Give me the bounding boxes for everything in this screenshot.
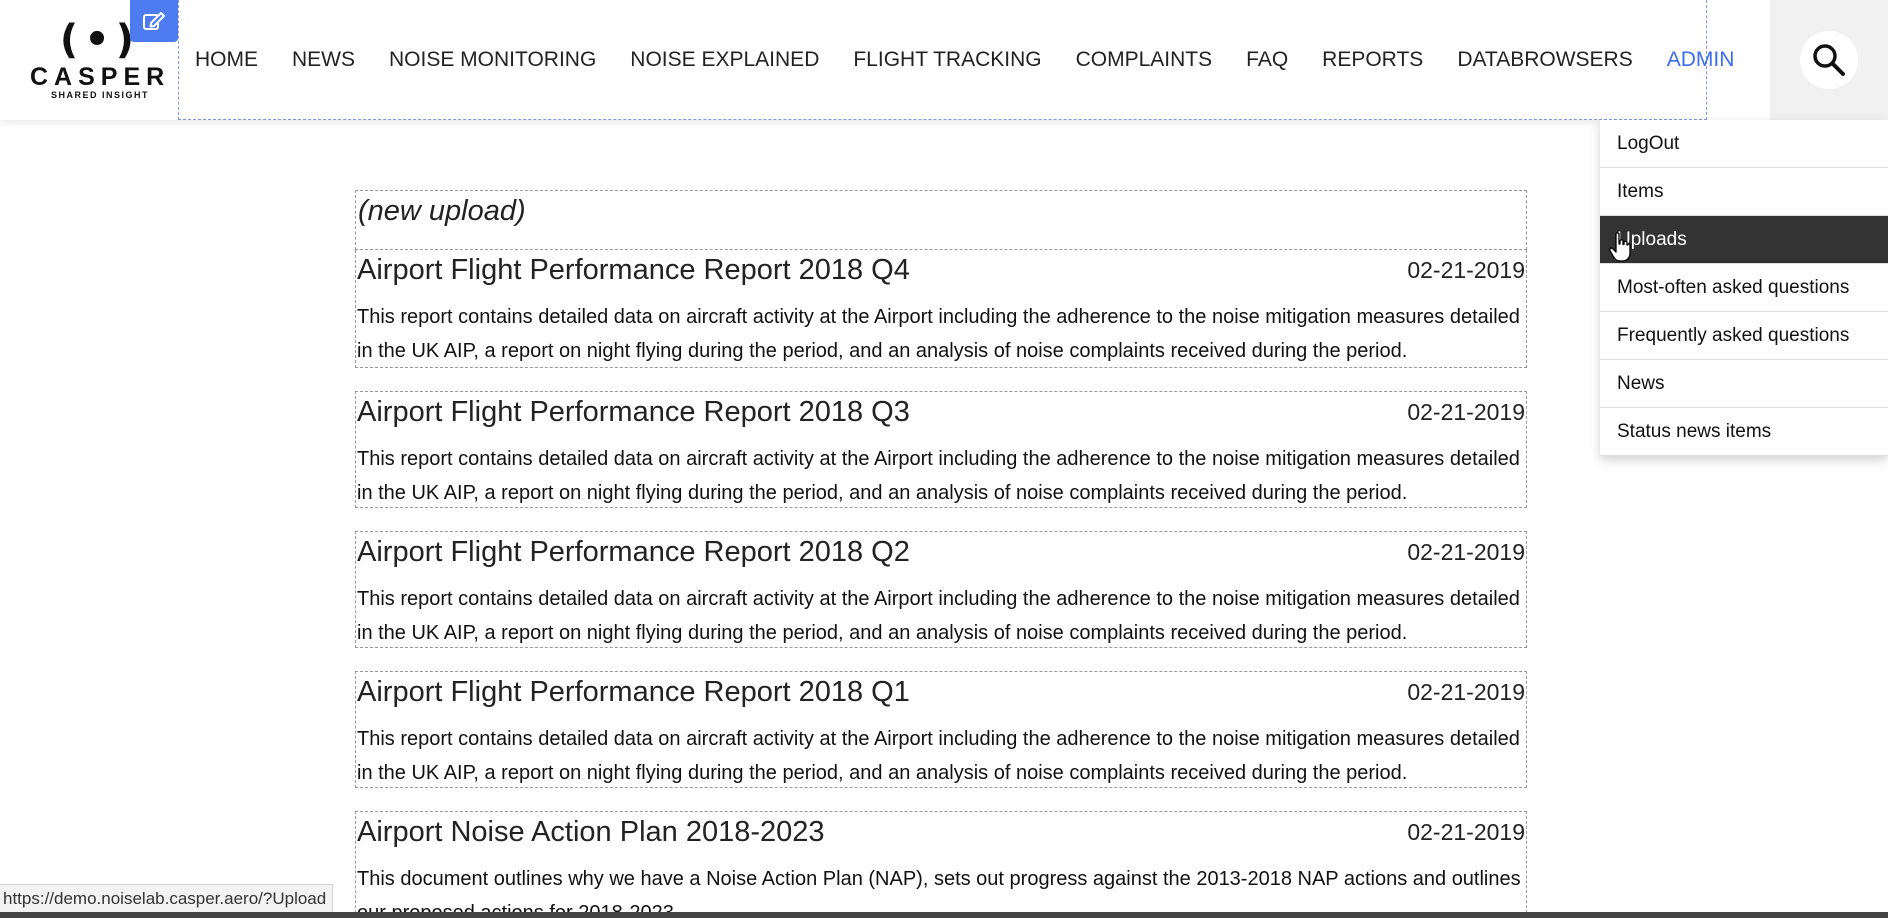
search-button[interactable] (1800, 31, 1858, 89)
upload-date: 02-21-2019 (1407, 399, 1525, 425)
upload-description: This report contains detailed data on ai… (357, 728, 1520, 784)
upload-item[interactable]: Airport Noise Action Plan 2018-2023 02-21… (355, 811, 1527, 918)
nav-item-reports[interactable]: REPORTS (1322, 48, 1423, 72)
upload-item[interactable]: Airport Flight Performance Report 2018 Q… (355, 531, 1527, 648)
upload-title[interactable]: Airport Flight Performance Report 2018 Q… (357, 392, 910, 432)
nav-item-noise-monitoring[interactable]: NOISE MONITORING (389, 48, 596, 72)
nav-item-complaints[interactable]: COMPLAINTS (1076, 48, 1213, 72)
edit-pencil-icon (143, 12, 165, 30)
upload-description: This report contains detailed data on ai… (357, 448, 1520, 504)
admin-menu-item-most-often-asked-questions[interactable]: Most-often asked questions (1600, 264, 1888, 312)
admin-menu-item-uploads[interactable]: Uploads (1600, 216, 1888, 264)
upload-date: 02-21-2019 (1407, 539, 1525, 565)
nav-item-databrowsers[interactable]: DATABROWSERS (1457, 48, 1632, 72)
upload-description: This document outlines why we have a Noi… (357, 868, 1521, 918)
uploads-list: (new upload) Airport Flight Performance … (355, 190, 1527, 918)
upload-description: This report contains detailed data on ai… (357, 588, 1520, 644)
nav-item-admin[interactable]: ADMIN (1667, 48, 1735, 72)
main-navigation: HOME NEWS NOISE MONITORING NOISE EXPLAINED F… (178, 0, 1734, 120)
admin-menu-item-news[interactable]: News (1600, 360, 1888, 408)
nav-item-noise-explained[interactable]: NOISE EXPLAINED (630, 48, 819, 72)
admin-menu-item-status-news-items[interactable]: Status news items (1600, 408, 1888, 456)
bottom-scrollbar (0, 912, 1888, 918)
admin-menu-item-items[interactable]: Items (1600, 168, 1888, 216)
new-upload-link[interactable]: (new upload) (355, 190, 1527, 250)
edit-page-button[interactable] (130, 0, 178, 42)
upload-items: Airport Flight Performance Report 2018 Q… (355, 250, 1527, 918)
nav-item-home[interactable]: HOME (195, 48, 258, 72)
upload-item[interactable]: Airport Flight Performance Report 2018 Q… (355, 250, 1527, 368)
upload-date: 02-21-2019 (1407, 679, 1525, 705)
upload-title[interactable]: Airport Flight Performance Report 2018 Q… (357, 532, 910, 572)
admin-dropdown-menu: LogOut Items Uploads Most-often asked quest… (1600, 120, 1888, 456)
search-area (1770, 0, 1888, 120)
admin-menu-item-frequently-asked-questions[interactable]: Frequently asked questions (1600, 312, 1888, 360)
upload-title[interactable]: Airport Noise Action Plan 2018-2023 (357, 812, 825, 852)
upload-title[interactable]: Airport Flight Performance Report 2018 Q… (357, 250, 910, 290)
nav-item-flight-tracking[interactable]: FLIGHT TRACKING (853, 48, 1041, 72)
upload-date: 02-21-2019 (1407, 257, 1525, 283)
nav-list: HOME NEWS NOISE MONITORING NOISE EXPLAINED F… (179, 0, 1768, 119)
admin-menu-item-logout[interactable]: LogOut (1600, 120, 1888, 168)
site-header: (•) CASPER SHARED INSIGHT HOME NEWS NOISE … (0, 0, 1888, 120)
nav-item-faq[interactable]: FAQ (1246, 48, 1288, 72)
hand-cursor-icon (1609, 232, 1631, 262)
upload-item[interactable]: Airport Flight Performance Report 2018 Q… (355, 391, 1527, 508)
status-bar-url: https://demo.noiselab.casper.aero/?Uploa… (0, 884, 334, 914)
upload-item[interactable]: Airport Flight Performance Report 2018 Q… (355, 671, 1527, 788)
nav-item-news[interactable]: NEWS (292, 48, 355, 72)
upload-title[interactable]: Airport Flight Performance Report 2018 Q… (357, 672, 910, 712)
upload-description: This report contains detailed data on ai… (357, 306, 1520, 362)
logo-tagline: SHARED INSIGHT (50, 90, 149, 100)
search-icon (1813, 44, 1845, 76)
upload-date: 02-21-2019 (1407, 819, 1525, 845)
logo-wordmark: CASPER (30, 63, 171, 91)
